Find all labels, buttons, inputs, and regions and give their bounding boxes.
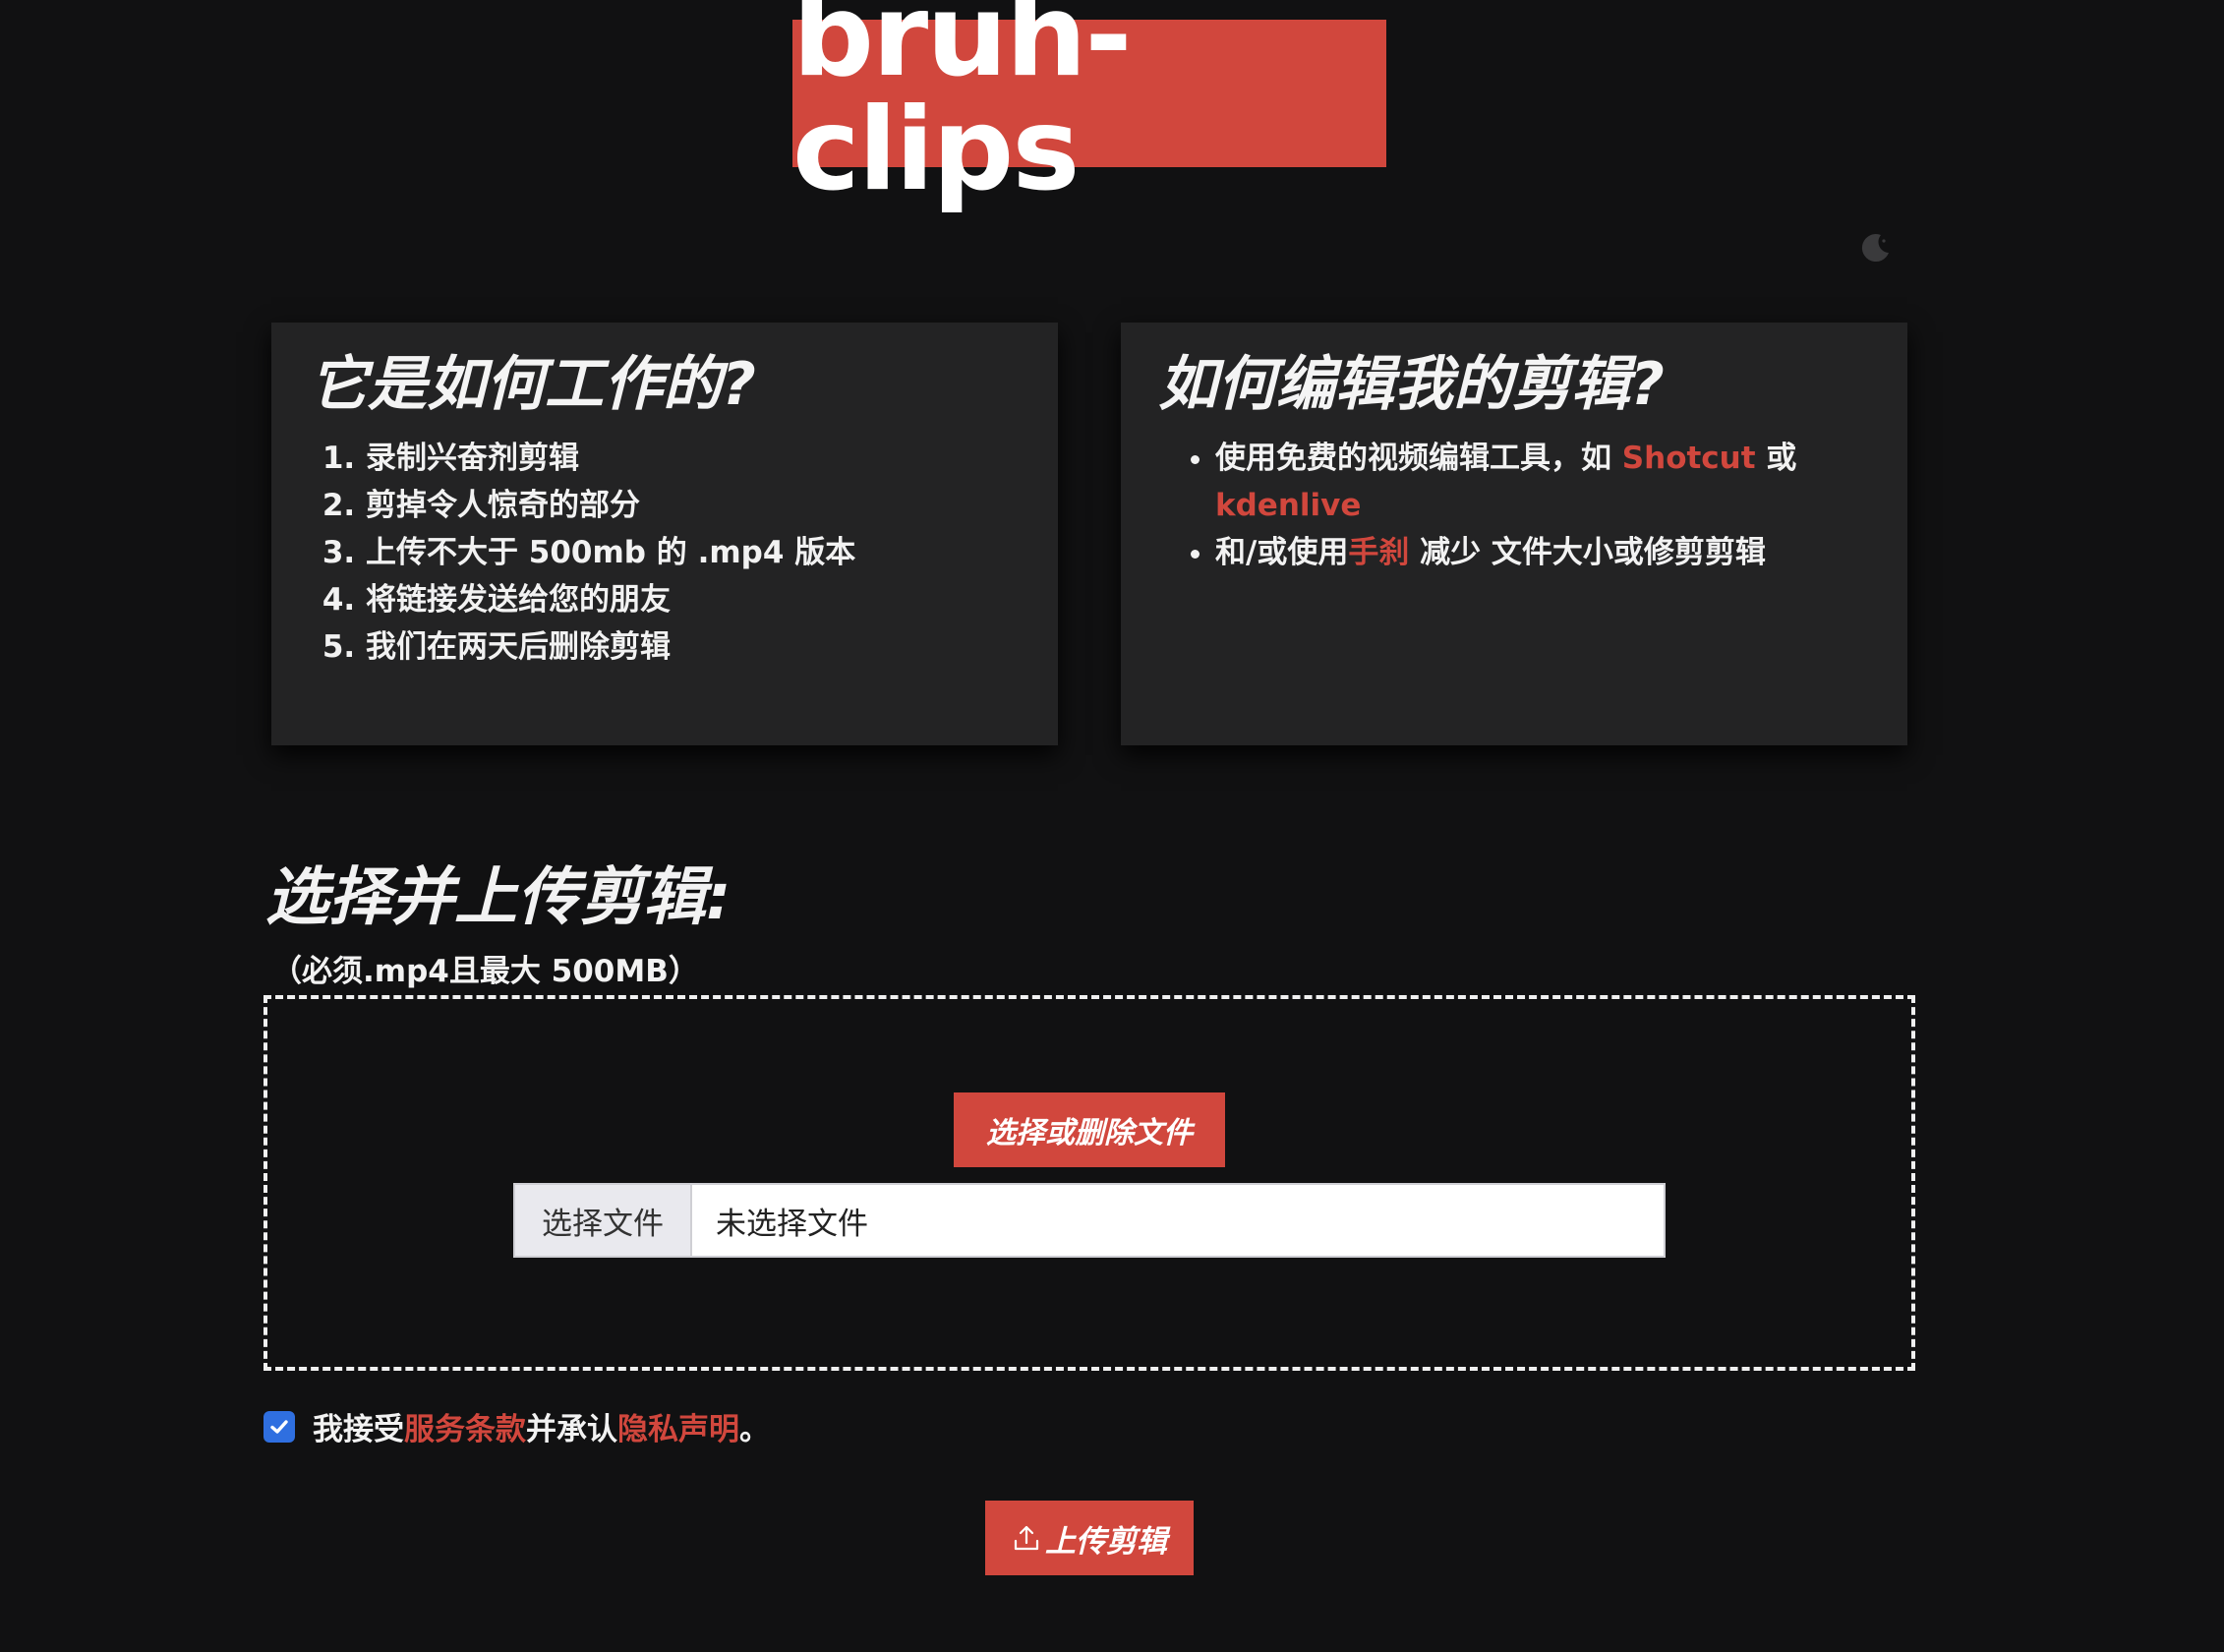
how-to-edit-list: 使用免费的视频编辑工具，如 Shotcut 或 kdenlive 和/或使用手刹 … — [1158, 435, 1870, 576]
terms-of-service-link[interactable]: 服务条款 — [404, 1404, 526, 1448]
file-input[interactable]: 选择文件 未选择文件 — [513, 1183, 1666, 1258]
terms-row: 我接受 服务条款 并承认 隐私声明。 — [263, 1404, 770, 1448]
upload-button-label: 上传剪辑 — [1045, 1523, 1167, 1560]
step-item: 将链接发送给您的朋友 — [366, 576, 1021, 623]
privacy-notice-link[interactable]: 隐私声明 — [617, 1404, 739, 1448]
kdenlive-link[interactable]: kdenlive — [1215, 488, 1361, 523]
checkmark-icon — [270, 1419, 288, 1434]
terms-middle: 并承认 — [526, 1412, 617, 1447]
how-it-works-title: 它是如何工作的? — [309, 350, 756, 419]
page: bruh-clips 它是如何工作的? 录制兴奋剂剪辑 剪掉令人惊奇的部分 上传… — [0, 0, 2224, 1652]
how-it-works-card: 它是如何工作的? 录制兴奋剂剪辑 剪掉令人惊奇的部分 上传不大于 500mb 的… — [271, 323, 1058, 745]
how-it-works-steps: 录制兴奋剂剪辑 剪掉令人惊奇的部分 上传不大于 500mb 的 .mp4 版本 … — [309, 435, 1021, 671]
logo-text: bruh-clips — [792, 0, 1133, 216]
terms-prefix: 我接受 — [313, 1412, 404, 1447]
how-to-edit-title: 如何编辑我的剪辑? — [1158, 350, 1665, 419]
text: 和/或使用 — [1215, 535, 1349, 570]
how-to-edit-card: 如何编辑我的剪辑? 使用免费的视频编辑工具，如 Shotcut 或 kdenliv… — [1121, 323, 1907, 745]
upload-subtitle: （必须.mp4且最大 500MB） — [271, 954, 699, 989]
text: 减少 文件大小或修剪剪辑 — [1409, 535, 1766, 570]
step-item: 录制兴奋剂剪辑 — [366, 435, 1021, 482]
choose-file-button[interactable]: 选择文件 — [515, 1185, 692, 1256]
select-or-drop-file-button[interactable]: 选择或删除文件 — [954, 1092, 1225, 1167]
file-status: 未选择文件 — [716, 1206, 868, 1242]
list-item: 使用免费的视频编辑工具，如 Shotcut 或 kdenlive — [1215, 435, 1870, 529]
upload-clip-button[interactable]: 上传剪辑 — [985, 1501, 1194, 1575]
upload-icon — [1014, 1525, 1039, 1551]
step-item: 剪掉令人惊奇的部分 — [366, 482, 1021, 529]
text: 使用免费的视频编辑工具，如 — [1215, 441, 1622, 476]
site-logo[interactable]: bruh-clips — [792, 0, 1386, 207]
terms-suffix: 。 — [739, 1412, 770, 1447]
theme-toggle-button[interactable] — [1856, 228, 1896, 267]
step-item: 上传不大于 500mb 的 .mp4 版本 — [366, 529, 1021, 576]
list-item: 和/或使用手刹 减少 文件大小或修剪剪辑 — [1215, 529, 1870, 576]
terms-checkbox[interactable] — [263, 1410, 295, 1443]
step-item: 我们在两天后删除剪辑 — [366, 623, 1021, 671]
shotcut-link[interactable]: Shotcut — [1622, 441, 1756, 476]
text: 或 — [1755, 441, 1797, 476]
moon-icon — [1861, 234, 1889, 263]
upload-title: 选择并上传剪辑: — [265, 861, 732, 934]
handbrake-link[interactable]: 手刹 — [1348, 535, 1409, 570]
